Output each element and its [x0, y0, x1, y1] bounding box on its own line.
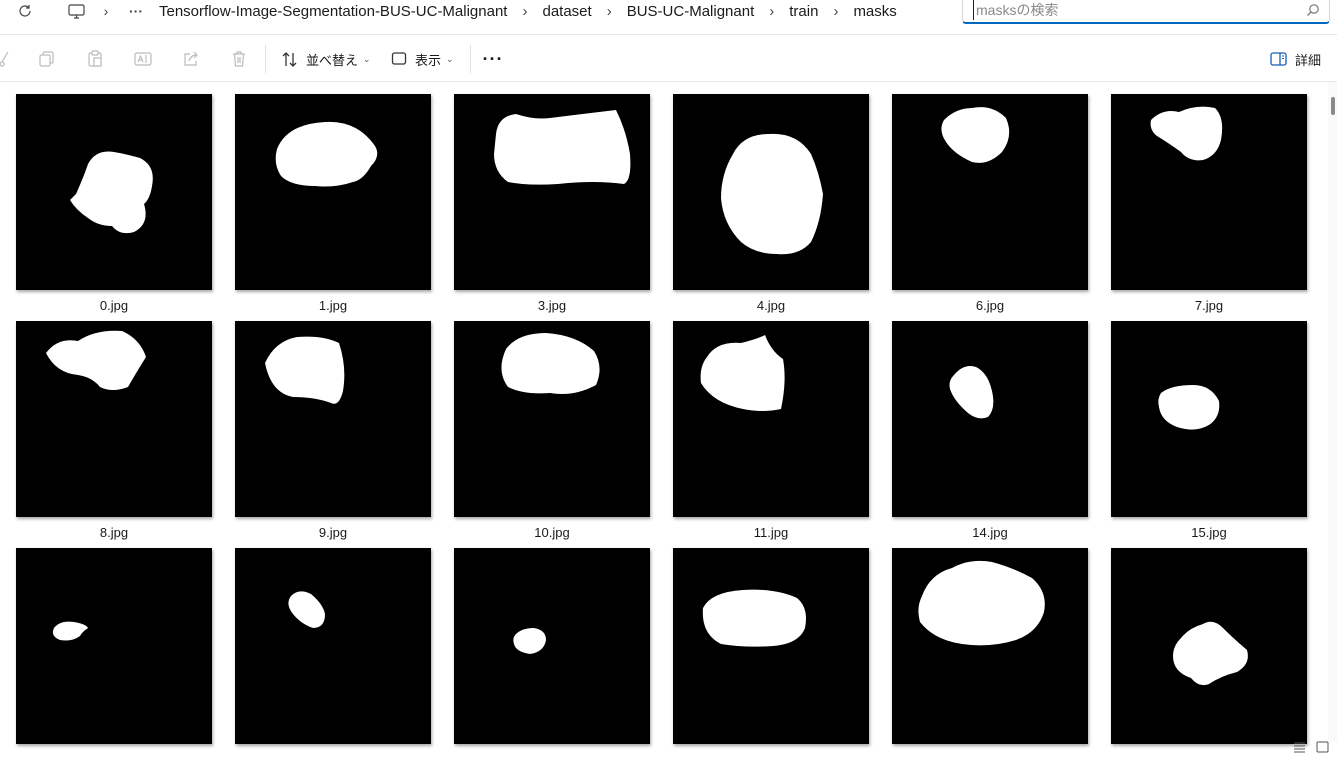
breadcrumb-item[interactable]: BUS-UC-Malignant — [624, 3, 758, 20]
file-name: 14.jpg — [972, 525, 1008, 540]
search-box[interactable] — [962, 0, 1330, 24]
file-item[interactable]: 14.jpg — [892, 321, 1088, 540]
sort-menu-button[interactable]: 並べ替え ⌄ — [281, 47, 371, 71]
file-item[interactable] — [16, 548, 212, 752]
file-name: 10.jpg — [534, 525, 570, 540]
file-item[interactable] — [892, 548, 1088, 752]
paste-icon[interactable] — [85, 47, 105, 71]
mask-thumbnail — [454, 548, 650, 744]
file-item[interactable]: 6.jpg — [892, 94, 1088, 313]
mask-thumbnail — [1111, 94, 1307, 290]
file-item[interactable]: 7.jpg — [1111, 94, 1307, 313]
file-name: 3.jpg — [537, 298, 567, 313]
details-label: 詳細 — [1295, 52, 1322, 68]
chevron-right-icon[interactable]: › — [607, 3, 612, 20]
file-name: 7.jpg — [1194, 298, 1224, 313]
file-item[interactable] — [673, 548, 869, 752]
file-item[interactable] — [1111, 548, 1307, 752]
mask-thumbnail — [454, 94, 650, 290]
mask-thumbnail — [673, 321, 869, 517]
file-item[interactable]: 4.jpg — [673, 94, 869, 313]
sort-icon — [282, 51, 297, 67]
refresh-icon[interactable] — [16, 2, 34, 20]
search-input[interactable] — [973, 0, 1296, 20]
mask-thumbnail — [892, 94, 1088, 290]
sort-label: 並べ替え — [306, 52, 359, 68]
file-name: 0.jpg — [99, 298, 129, 313]
file-name: 6.jpg — [975, 298, 1005, 313]
thumbnail-view-icon[interactable] — [1316, 741, 1329, 756]
toolbar-divider — [470, 45, 471, 73]
copy-icon[interactable] — [37, 47, 57, 71]
file-item[interactable]: 9.jpg — [235, 321, 431, 540]
view-label: 表示 — [415, 52, 442, 68]
view-toggle-group — [1293, 741, 1329, 756]
breadcrumb: Tensorflow-Image-Segmentation-BUS-UC-Mal… — [156, 0, 900, 22]
file-item[interactable]: 0.jpg — [16, 94, 212, 313]
file-item[interactable]: 10.jpg — [454, 321, 650, 540]
chevron-down-icon: ⌄ — [446, 53, 454, 64]
chevron-right-icon[interactable]: › — [522, 3, 527, 20]
mask-thumbnail — [235, 548, 431, 744]
mask-thumbnail — [16, 548, 212, 744]
mask-thumbnail — [454, 321, 650, 517]
breadcrumb-item[interactable]: masks — [850, 3, 899, 20]
view-menu-button[interactable]: 表示 ⌄ — [391, 47, 454, 71]
mask-thumbnail — [235, 321, 431, 517]
address-bar: › ··· Tensorflow-Image-Segmentation-BUS-… — [0, 0, 1337, 35]
breadcrumb-item[interactable]: train — [786, 3, 821, 20]
share-icon[interactable] — [181, 47, 201, 71]
file-grid: 0.jpg 1.jpg 3.jpg 4.jpg 6.jpg 7.jpg 8.jp… — [0, 82, 1328, 760]
mask-thumbnail — [892, 548, 1088, 744]
chevron-down-icon: ⌄ — [363, 53, 371, 64]
mask-thumbnail — [673, 94, 869, 290]
chevron-right-icon[interactable]: › — [833, 3, 838, 20]
vertical-scrollbar[interactable] — [1328, 82, 1337, 742]
rename-icon[interactable] — [133, 47, 153, 71]
file-item[interactable] — [454, 548, 650, 752]
view-icon — [391, 52, 407, 65]
breadcrumb-item[interactable]: dataset — [539, 3, 594, 20]
mask-thumbnail — [16, 321, 212, 517]
mask-thumbnail — [16, 94, 212, 290]
mask-thumbnail — [1111, 548, 1307, 744]
chevron-right-icon: › — [103, 3, 109, 19]
details-pane-button[interactable]: 詳細 — [1270, 47, 1321, 71]
toolbar-divider — [265, 45, 266, 73]
file-item[interactable]: 1.jpg — [235, 94, 431, 313]
search-icon[interactable] — [1305, 2, 1321, 18]
delete-icon[interactable] — [229, 47, 249, 71]
mask-thumbnail — [1111, 321, 1307, 517]
file-item[interactable]: 3.jpg — [454, 94, 650, 313]
mask-thumbnail — [235, 94, 431, 290]
mask-thumbnail — [892, 321, 1088, 517]
breadcrumb-item[interactable]: Tensorflow-Image-Segmentation-BUS-UC-Mal… — [156, 3, 510, 20]
cut-icon[interactable] — [0, 47, 10, 71]
file-name: 1.jpg — [318, 298, 348, 313]
file-name: 8.jpg — [99, 525, 129, 540]
file-name: 9.jpg — [318, 525, 348, 540]
monitor-icon[interactable] — [66, 2, 86, 20]
more-options-button[interactable]: ··· — [482, 47, 504, 71]
file-item[interactable]: 11.jpg — [673, 321, 869, 540]
details-view-icon[interactable] — [1293, 741, 1306, 756]
command-bar: 並べ替え ⌄ 表示 ⌄ ··· 詳細 — [0, 35, 1337, 82]
file-item[interactable]: 15.jpg — [1111, 321, 1307, 540]
mask-thumbnail — [673, 548, 869, 744]
file-name: 15.jpg — [1191, 525, 1227, 540]
file-name: 4.jpg — [756, 298, 786, 313]
file-item[interactable]: 8.jpg — [16, 321, 212, 540]
file-item[interactable] — [235, 548, 431, 752]
breadcrumb-overflow-button[interactable]: ··· — [128, 2, 144, 20]
details-pane-icon — [1270, 52, 1287, 66]
scrollbar-thumb[interactable] — [1331, 97, 1335, 115]
file-name: 11.jpg — [753, 525, 789, 540]
chevron-right-icon[interactable]: › — [769, 3, 774, 20]
